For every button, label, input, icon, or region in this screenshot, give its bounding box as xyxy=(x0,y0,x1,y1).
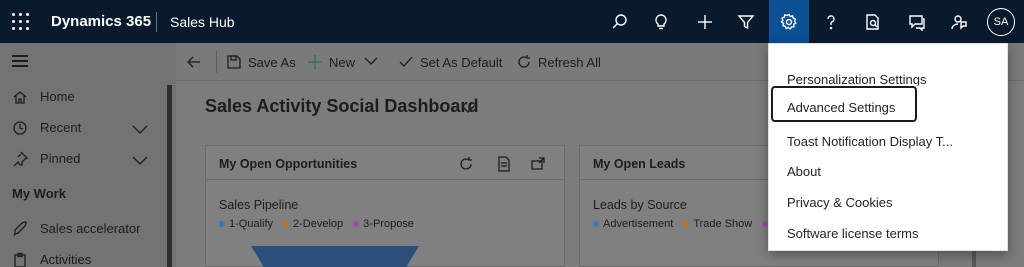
sidebar-item-sales-accelerator[interactable]: Sales accelerator xyxy=(0,215,168,243)
card-header: My Open Opportunities xyxy=(206,146,564,180)
section-title: My Work xyxy=(12,186,66,201)
app-name[interactable]: Sales Hub xyxy=(170,14,235,30)
legend-item[interactable]: 2-Develop xyxy=(283,218,343,230)
sidebar-item-label: Recent xyxy=(40,120,82,135)
menu-item-personalization[interactable]: Personalization Settings xyxy=(769,60,1009,91)
pin-icon xyxy=(12,151,29,167)
set-as-default-button[interactable]: Set As Default xyxy=(398,54,502,70)
refresh-all-label: Refresh All xyxy=(538,54,601,70)
checkmark-icon xyxy=(399,56,413,67)
sidebar-item-label: Pinned xyxy=(40,151,81,166)
sidebar-item-recent[interactable]: Recent xyxy=(0,114,168,142)
settings-menu: Personalization Settings Advanced Settin… xyxy=(768,43,1008,251)
save-as-button[interactable]: Save As xyxy=(226,54,296,70)
save-as-label: Save As xyxy=(248,54,296,70)
dashboard-title[interactable]: Sales Activity Social Dashboard xyxy=(205,96,478,117)
menu-item-toast-notification[interactable]: Toast Notification Display T... xyxy=(769,122,1009,153)
new-label: New xyxy=(329,54,356,70)
sidebar-item-label: Activities xyxy=(40,252,92,267)
chart-title: Sales Pipeline xyxy=(219,198,299,212)
chevron-down-icon[interactable] xyxy=(132,122,148,140)
top-bar: Dynamics 365 Sales Hub SA xyxy=(0,0,1024,43)
chevron-down-icon[interactable] xyxy=(461,101,475,119)
chat-icon[interactable] xyxy=(897,0,937,43)
card-title: My Open Leads xyxy=(593,157,686,171)
save-icon xyxy=(227,55,241,69)
search-icon[interactable] xyxy=(600,0,640,43)
hamburger-icon[interactable] xyxy=(12,55,28,67)
divider xyxy=(156,12,157,32)
chevron-down-icon[interactable] xyxy=(132,153,148,171)
menu-item-about[interactable]: About xyxy=(769,152,1009,183)
menu-item-advanced-settings[interactable]: Advanced Settings xyxy=(771,86,917,122)
refresh-icon xyxy=(518,55,530,68)
opportunities-card: My Open Opportunities Sales Pipeline 1-Q… xyxy=(205,145,565,267)
lightbulb-icon[interactable] xyxy=(641,0,681,43)
sidebar-item-label: Home xyxy=(40,89,75,104)
back-arrow-icon[interactable] xyxy=(186,54,202,75)
chart-legend: Advertisement Trade Show xyxy=(593,218,782,230)
brand-title[interactable]: Dynamics 365 xyxy=(51,13,151,30)
home-icon xyxy=(12,89,28,105)
divider xyxy=(216,51,217,73)
refresh-icon[interactable] xyxy=(458,156,474,177)
app-launcher-icon[interactable] xyxy=(12,13,30,31)
avatar[interactable]: SA xyxy=(987,8,1015,36)
set-as-default-label: Set As Default xyxy=(420,54,503,70)
legend-item[interactable]: 1-Qualify xyxy=(219,218,273,230)
sidebar-item-label: Sales accelerator xyxy=(40,221,141,236)
insights-icon[interactable] xyxy=(853,0,893,43)
feedback-icon[interactable] xyxy=(939,0,979,43)
sidebar: Home Recent Pinned My Work Sales acceler… xyxy=(0,43,176,267)
legend-item[interactable]: 3-Propose xyxy=(353,218,414,230)
chart-title: Leads by Source xyxy=(593,198,687,212)
funnel-chart[interactable] xyxy=(251,246,419,267)
records-icon[interactable] xyxy=(496,156,512,177)
menu-item-license-terms[interactable]: Software license terms xyxy=(769,214,1009,245)
expand-icon[interactable] xyxy=(530,156,546,177)
card-title: My Open Opportunities xyxy=(219,157,358,171)
rocket-icon xyxy=(12,221,28,237)
plus-icon[interactable] xyxy=(685,0,725,43)
clipboard-icon xyxy=(12,252,28,267)
chart-legend: 1-Qualify 2-Develop 3-Propose xyxy=(219,218,424,230)
clock-icon xyxy=(12,120,28,136)
sidebar-scrollbar[interactable] xyxy=(167,85,172,267)
refresh-all-button[interactable]: Refresh All xyxy=(516,54,601,70)
plus-icon xyxy=(308,55,322,69)
filter-icon[interactable] xyxy=(726,0,766,43)
new-button[interactable]: New xyxy=(307,54,355,70)
help-icon[interactable] xyxy=(811,0,851,43)
chevron-down-icon[interactable] xyxy=(364,57,384,66)
sidebar-item-pinned[interactable]: Pinned xyxy=(0,145,168,173)
legend-item[interactable]: Trade Show xyxy=(683,218,752,230)
legend-item[interactable]: Advertisement xyxy=(593,218,673,230)
gear-icon[interactable] xyxy=(769,0,809,43)
menu-item-privacy[interactable]: Privacy & Cookies xyxy=(769,183,1009,214)
sidebar-item-home[interactable]: Home xyxy=(0,83,168,111)
sidebar-item-activities[interactable]: Activities xyxy=(0,246,168,267)
